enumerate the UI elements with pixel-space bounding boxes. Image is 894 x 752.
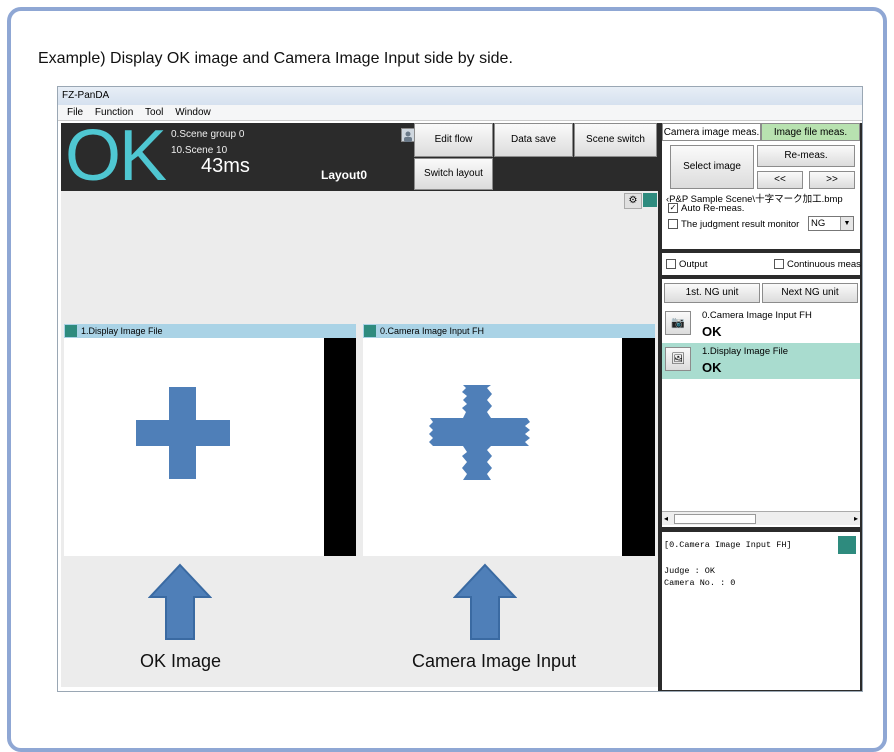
layout-label: Layout0 [321,168,368,182]
output-options: Output Continuous meas [662,253,861,275]
next-ng-unit-button[interactable]: Next NG unit [762,283,858,303]
window-title: FZ-PanDA [58,87,862,105]
horizontal-scrollbar[interactable]: ◂ ▸ [662,511,860,525]
judgment-monitor-checkbox[interactable]: The judgment result monitor [668,219,799,230]
judgment-select-value: NG [811,218,826,229]
settings-icon[interactable]: ⚙ [624,193,642,209]
unit-result: OK [702,324,722,339]
select-image-button[interactable]: Select image [670,145,754,189]
menu-window[interactable]: Window [175,105,211,121]
camera-icon: 📷 [665,311,691,335]
output-checkbox[interactable]: Output [666,259,708,270]
edit-flow-button[interactable]: Edit flow [414,123,493,157]
image-file-icon: 🖼 [665,347,691,371]
auto-re-meas-checkbox[interactable]: ✓ Auto Re-meas. [668,203,744,214]
image-border-black [622,338,655,556]
ok-image-caption: OK Image [140,651,222,671]
scroll-left-icon[interactable]: ◂ [664,514,668,523]
next-image-button[interactable]: >> [809,171,855,189]
up-arrow-icon [148,563,212,640]
checkbox-icon [666,259,676,270]
user-icon[interactable] [401,128,415,142]
first-ng-unit-button[interactable]: 1st. NG unit [664,283,760,303]
camera-cross-image [429,385,530,480]
ok-image-view[interactable] [64,338,324,556]
status-area: OK 0.Scene group 0 10.Scene 10 43ms Layo… [61,116,658,196]
menu-bar: File Function Tool Window [58,105,862,121]
left-panel-title: 1.Display Image File [81,326,163,336]
detail-header: [0.Camera Image Input FH] [664,540,792,550]
panel-marker-icon [838,536,856,554]
unit-result: OK [702,360,722,375]
panel-marker-icon [643,193,657,207]
detail-camera-no: Camera No. : 0 [664,578,736,588]
unit-name: 0.Camera Image Input FH [702,310,812,321]
chevron-down-icon: ▼ [840,217,853,230]
detail-result-panel: [0.Camera Image Input FH] Judge : OK Cam… [662,532,860,690]
unit-name: 1.Display Image File [702,346,789,357]
checkbox-icon [668,219,678,230]
unit-list-panel: 1st. NG unit Next NG unit 📷 0.Camera Ima… [662,279,860,527]
tab-camera-image-meas[interactable]: Camera image meas. [662,123,761,141]
up-arrow-icon [453,563,517,640]
switch-layout-button[interactable]: Switch layout [414,158,493,190]
camera-image-input-caption: Camera Image Input [412,651,577,671]
panel-marker-icon [364,325,376,337]
re-meas-button[interactable]: Re-meas. [757,145,855,167]
right-panel-header: 0.Camera Image Input FH [363,324,655,338]
scene-group-label: 0.Scene group 0 [171,129,245,140]
image-border-black [324,338,356,556]
measurement-box: Camera image meas. Image file meas. Sele… [662,123,860,249]
output-label: Output [679,259,708,270]
processing-time: 43ms [201,155,250,177]
list-item[interactable]: 📷 0.Camera Image Input FH OK [662,307,860,343]
scroll-right-icon[interactable]: ▸ [854,514,858,523]
continuous-meas-checkbox[interactable]: Continuous meas [774,259,861,270]
scrollbar-thumb[interactable] [674,514,756,524]
left-panel-header: 1.Display Image File [64,324,356,338]
app-window: FZ-PanDA File Function Tool Window OK 0.… [57,86,863,692]
control-panel: Camera image meas. Image file meas. Sele… [658,123,862,691]
checkbox-checked-icon: ✓ [668,203,678,214]
scene-switch-button[interactable]: Scene switch [574,123,657,157]
example-caption: Example) Display OK image and Camera Ima… [38,50,513,67]
tab-image-file-meas[interactable]: Image file meas. [761,123,860,141]
list-item[interactable]: 🖼 1.Display Image File OK [662,343,860,379]
continuous-meas-label: Continuous meas [787,259,861,270]
detail-judge: Judge : OK [664,566,716,576]
auto-re-meas-label: Auto Re-meas. [681,203,745,214]
camera-image-view[interactable] [363,338,622,556]
image-display-area: ⚙ 1.Display Image File 0.Camera Image In… [61,191,658,687]
previous-image-button[interactable]: << [757,171,803,189]
cross-mark-image [136,387,230,479]
overall-judgement: OK [65,116,167,196]
right-panel-title: 0.Camera Image Input FH [380,326,485,336]
checkbox-icon [774,259,784,270]
judgment-select[interactable]: NG ▼ [808,216,854,231]
judgment-monitor-label: The judgment result monitor [681,219,800,230]
data-save-button[interactable]: Data save [494,123,573,157]
panel-marker-icon [65,325,77,337]
